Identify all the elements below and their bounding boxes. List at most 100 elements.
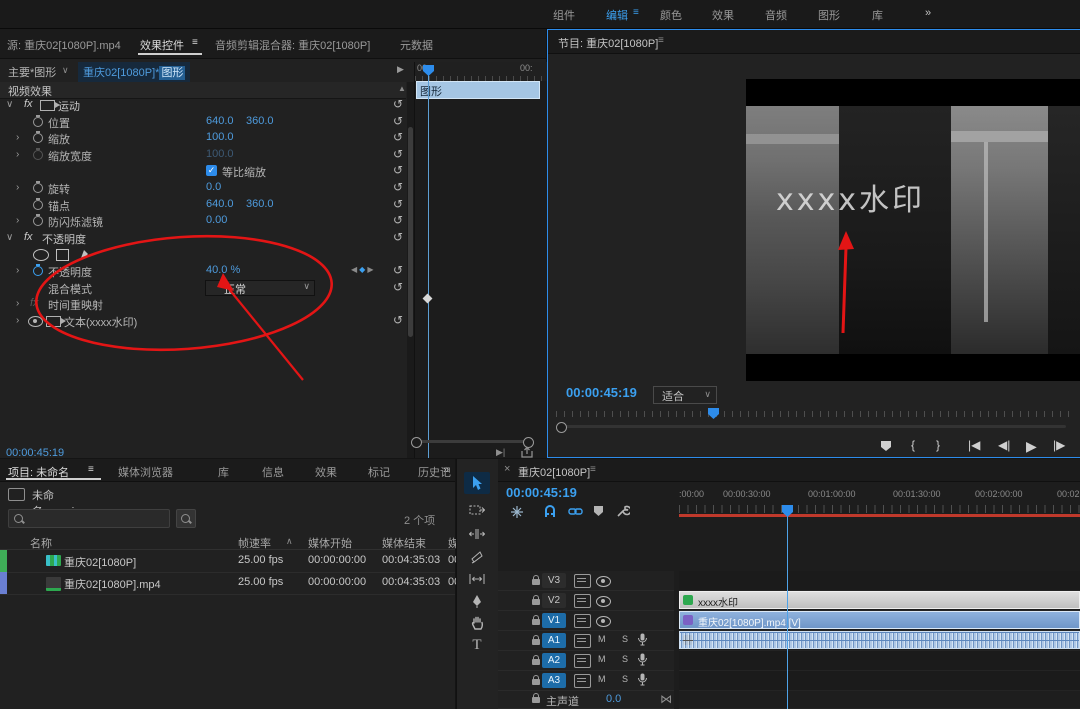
timeline-ruler[interactable]: :00:00 00:00:30:00 00:01:00:00 00:01:30:… [679,483,1080,517]
workspace-tab-graphics[interactable]: 图形 [818,7,840,23]
workspace-overflow-icon[interactable]: » [925,7,931,19]
clip-audio-chongqing[interactable] [679,631,1080,649]
voiceover-mic-icon[interactable] [638,653,647,666]
lock-icon[interactable] [532,679,540,685]
export-frame-icon[interactable] [521,447,533,458]
fit-track-icon[interactable]: ⋈ [660,692,672,706]
effect-row-anchor[interactable]: 锚点 640.0 360.0 ↺ [0,197,408,214]
lock-icon[interactable] [532,659,540,665]
effect-row-opacity[interactable]: › 不透明度 40.0 % ◀◆▶ ↺ [0,263,408,280]
effect-row-motion[interactable]: ∨ fx 运动 ↺ [0,97,408,114]
workspace-menu-icon[interactable]: ≡ [633,7,639,18]
track-content-a3[interactable] [679,671,1080,691]
track-badge-a1[interactable]: A1 [542,633,566,648]
selection-tool[interactable] [464,472,490,494]
source-patch-icon[interactable] [574,614,591,628]
stopwatch-icon[interactable] [33,133,43,143]
eye-icon[interactable] [596,576,611,587]
program-playhead[interactable] [707,407,720,420]
disclosure-icon[interactable]: ∨ [6,99,13,110]
mark-in-icon[interactable]: { [911,438,915,452]
solo-button[interactable]: S [622,634,628,644]
effect-controls-menu-icon[interactable]: ≡ [192,37,198,48]
kf-next-icon[interactable]: ▶ [367,265,375,274]
disclosure-icon[interactable]: ∨ [6,232,13,243]
workspace-tab-effects[interactable]: 效果 [712,7,734,23]
disclosure-icon[interactable]: › [16,149,19,160]
play-icon[interactable]: ▶ [1026,438,1037,455]
ellipse-mask-icon[interactable] [33,249,49,261]
antiflicker-value[interactable]: 0.00 [206,214,227,226]
reset-icon[interactable]: ↺ [393,98,403,111]
clip-video-chongqing[interactable]: 重庆02[1080P].mp4 [V] [679,611,1080,629]
razor-tool[interactable] [464,546,490,568]
reset-icon[interactable]: ↺ [393,181,403,194]
ec-zoom-handle-left[interactable] [411,437,422,448]
clip-selector[interactable]: 重庆02[1080P]*图形 [78,62,190,82]
step-back-icon[interactable]: ◀| [998,438,1010,452]
reset-icon[interactable]: ↺ [393,231,403,244]
rotation-value[interactable]: 0.0 [206,181,221,193]
scroll-up-icon[interactable]: ▲ [398,84,406,93]
master-volume-value[interactable]: 0.0 [606,693,621,705]
voiceover-mic-icon[interactable] [638,673,647,686]
tab-media-browser[interactable]: 媒体浏览器 [118,464,173,480]
program-tab[interactable]: 节目: 重庆02[1080P] [558,35,658,51]
tab-source-monitor[interactable]: 源: 重庆02[1080P].mp4 [7,37,121,53]
stopwatch-icon-keyframed[interactable] [33,266,43,276]
step-forward-icon[interactable]: |▶ [1053,438,1065,452]
track-selector-chevron-icon[interactable]: ∨ [62,65,69,76]
ec-timecode[interactable]: 00:00:45:19 [6,447,64,459]
workspace-tab-editing[interactable]: 编辑 [606,7,628,23]
stopwatch-icon[interactable] [33,117,43,127]
program-timecode[interactable]: 00:00:45:19 [566,385,637,400]
track-badge-v1[interactable]: V1 [542,613,566,628]
uniform-scale-checkbox[interactable]: ✓ [206,165,217,176]
reset-icon[interactable]: ↺ [393,314,403,327]
solo-button[interactable]: S [622,654,628,664]
effect-row-text-layer[interactable]: › 文本(xxxx水印) ↺ [0,313,408,330]
effect-row-antiflicker[interactable]: › 防闪烁滤镜 0.00 ↺ [0,213,408,230]
pen-mask-icon[interactable] [78,248,91,261]
effect-row-scale-width[interactable]: › 缩放宽度 100.0 ↺ [0,147,408,164]
reset-icon[interactable]: ↺ [393,214,403,227]
disclosure-icon[interactable]: › [16,215,19,226]
lock-icon[interactable] [532,697,540,703]
source-patch-icon[interactable] [574,674,591,688]
eye-icon[interactable] [596,616,611,627]
track-content-v1[interactable]: 重庆02[1080P].mp4 [V] [679,611,1080,631]
slip-tool[interactable] [464,568,490,590]
tab-info[interactable]: 信息 [262,464,284,480]
disclosure-icon[interactable]: › [16,182,19,193]
source-patch-icon[interactable] [574,574,591,588]
anchor-x-value[interactable]: 640.0 [206,198,234,210]
track-badge-a3[interactable]: A3 [542,673,566,688]
column-media-start[interactable]: 媒体开始 [308,535,352,551]
search-bin-button[interactable] [176,509,196,528]
tab-effect-controls[interactable]: 效果控件 [140,37,184,53]
reset-icon[interactable]: ↺ [393,115,403,128]
source-patch-icon[interactable] [574,654,591,668]
program-menu-icon[interactable]: ≡ [658,35,664,46]
program-ruler[interactable] [556,407,1072,420]
position-x-value[interactable]: 640.0 [206,115,234,127]
opacity-keyframe-diamond[interactable] [423,294,433,304]
eye-icon[interactable] [596,596,611,607]
timeline-tab[interactable]: 重庆02[1080P] [518,464,590,480]
source-patch-icon[interactable] [574,594,591,608]
timeline-playhead[interactable] [781,504,794,518]
track-content-v3[interactable] [679,571,1080,591]
timeline-menu-icon[interactable]: ≡ [590,464,596,475]
kf-prev-icon[interactable]: ◀ [351,265,359,274]
track-select-forward-tool[interactable] [464,499,490,521]
close-icon[interactable]: × [504,463,510,475]
disclosure-icon[interactable]: › [16,315,19,326]
track-content-a2[interactable] [679,651,1080,671]
reset-icon[interactable]: ↺ [393,164,403,177]
project-overflow-icon[interactable]: » [443,464,449,476]
pen-tool[interactable] [464,590,490,612]
effect-row-blend-mode[interactable]: 混合模式 正常 ∨ ↺ [0,280,408,297]
linked-selection-icon[interactable] [568,505,583,518]
disclosure-icon[interactable]: › [16,265,19,276]
program-scroll-handle[interactable] [556,422,567,433]
